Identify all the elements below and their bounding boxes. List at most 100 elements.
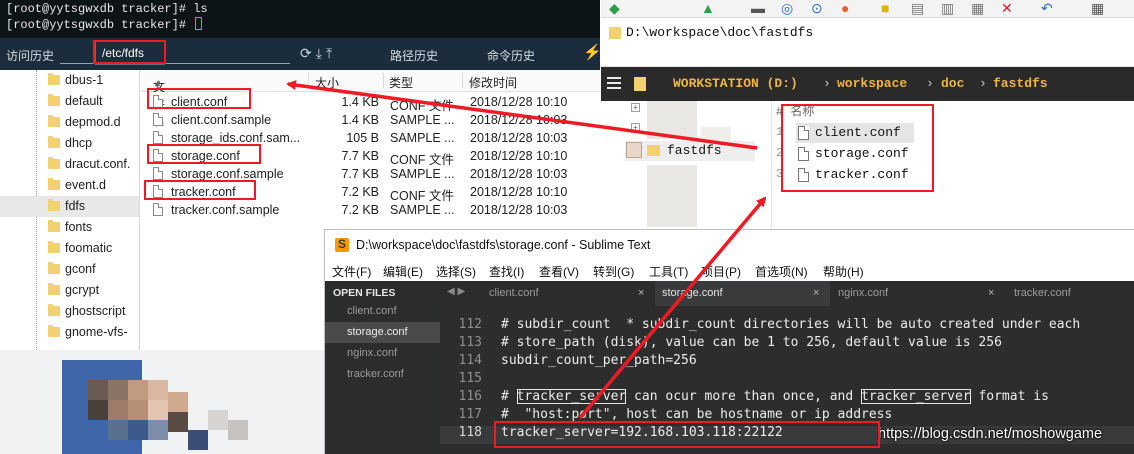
line-number: 115: [458, 371, 482, 386]
folder-icon: [48, 325, 60, 337]
breadcrumb-doc[interactable]: doc: [941, 76, 964, 91]
search-icon[interactable]: ⊙: [811, 0, 823, 17]
visit-history-tab[interactable]: 访问历史: [6, 47, 54, 64]
file-row[interactable]: client.conf.sample 1.4 KB SAMPLE ... 2018/1…: [141, 111, 600, 129]
forward-icon[interactable]: ◆: [609, 0, 620, 17]
tree-item-event-d[interactable]: event.d: [0, 175, 139, 196]
hamburger-icon[interactable]: [607, 77, 621, 89]
sublime-titlebar[interactable]: D:\workspace\doc\fastdfs\storage.conf - …: [325, 230, 1134, 260]
file-modified: 2018/12/28 10:10: [470, 185, 568, 199]
tree-item-gnome-vfs[interactable]: gnome-vfs-: [0, 322, 139, 343]
menu-selection[interactable]: 选择(S): [436, 263, 476, 280]
folder-icon: [48, 73, 60, 85]
menu-file[interactable]: 文件(F): [332, 263, 371, 280]
watermark: https://blog.csdn.net/moshowgame: [878, 426, 1103, 442]
monitor-icon[interactable]: ▬: [751, 0, 765, 16]
tab-client[interactable]: client.conf ×: [478, 281, 655, 306]
column-modified[interactable]: 修改时间: [469, 74, 517, 91]
menu-edit[interactable]: 编辑(E): [383, 263, 423, 280]
highlight-box-tracker-line: [494, 421, 880, 448]
menu-find[interactable]: 查找(I): [489, 263, 524, 280]
new-folder-icon[interactable]: ■: [881, 0, 889, 16]
lightning-icon[interactable]: ⚡: [583, 43, 602, 61]
menu-project[interactable]: 项目(P): [701, 263, 741, 280]
tab-close-icon[interactable]: ×: [988, 281, 994, 306]
expand-icon[interactable]: +: [631, 103, 640, 112]
file-size: 7.2 KB: [341, 203, 379, 217]
expand-icon[interactable]: +: [631, 123, 640, 132]
file-icon: [153, 203, 163, 216]
open-file-storage[interactable]: storage.conf: [325, 322, 440, 343]
file-row[interactable]: tracker.conf.sample 7.2 KB SAMPLE ... 2018/…: [141, 201, 600, 219]
undo-icon[interactable]: ↶: [1041, 0, 1053, 17]
open-file-client[interactable]: client.conf: [325, 301, 440, 322]
copy-icon[interactable]: ▤: [911, 0, 924, 17]
explorer-ribbon: ◆ ▲ ▬ ◎ ⊙ ● ■ ▤ ▥ ▦ ✕ ↶ ▦: [601, 0, 1134, 18]
refresh-icon[interactable]: ⟳: [300, 45, 316, 61]
paste-icon[interactable]: ▥: [941, 0, 954, 17]
column-separator[interactable]: [462, 73, 463, 88]
tree-item-depmod-d[interactable]: depmod.d: [0, 112, 139, 133]
tree-item-dhcp[interactable]: dhcp: [0, 133, 139, 154]
file-name: tracker.conf.sample: [171, 203, 280, 217]
open-file-tracker[interactable]: tracker.conf: [325, 364, 440, 385]
breadcrumb-separator-icon: ›: [823, 76, 831, 91]
explorer-address-bar[interactable]: D:\workspace\doc\fastdfs: [601, 19, 1134, 67]
menu-view[interactable]: 查看(V): [539, 263, 579, 280]
breadcrumb-workspace[interactable]: workspace: [837, 76, 907, 91]
sync-icon[interactable]: ◎: [781, 0, 793, 17]
nav-fastdfs[interactable]: fastdfs: [625, 141, 755, 161]
tree-item-ghostscript[interactable]: ghostscript: [0, 301, 139, 322]
menu-preferences[interactable]: 首选项(N): [755, 263, 808, 280]
move-icon[interactable]: ▦: [971, 0, 984, 17]
column-separator[interactable]: [308, 73, 309, 88]
upload-icon[interactable]: ⤒: [326, 45, 336, 61]
open-file-nginx[interactable]: nginx.conf: [325, 343, 440, 364]
breadcrumb-drive[interactable]: WORKSTATION (D:): [673, 76, 798, 91]
menu-help[interactable]: 帮助(H): [823, 263, 864, 280]
mosaic-block: [88, 380, 108, 400]
terminal-cursor: [195, 17, 203, 30]
tree-item-gcrypt[interactable]: gcrypt: [0, 280, 139, 301]
sftp-tool-icons[interactable]: ⟳⤓⤒: [300, 45, 336, 62]
mosaic-block: [108, 420, 128, 440]
editor-tabs: ◀ ▶ client.conf × storage.conf × nginx.c…: [440, 281, 1134, 306]
tree-item-foomatic[interactable]: foomatic: [0, 238, 139, 259]
command-history-tab[interactable]: 命令历史: [487, 47, 535, 64]
view-icon[interactable]: ▦: [1091, 0, 1104, 17]
tab-nginx[interactable]: nginx.conf ×: [830, 281, 1005, 306]
sublime-app-icon: [335, 237, 349, 252]
tab-tracker[interactable]: tracker.conf: [1005, 281, 1134, 306]
column-separator[interactable]: [383, 73, 384, 88]
file-size: 7.7 KB: [341, 167, 379, 181]
column-size[interactable]: 大小: [315, 74, 339, 91]
tree-item-gconf[interactable]: gconf: [0, 259, 139, 280]
folder-icon: [48, 304, 60, 316]
mosaic-block: [148, 400, 168, 420]
download-icon[interactable]: ⤓: [316, 45, 326, 61]
menu-goto[interactable]: 转到(G): [593, 263, 634, 280]
tree-item-dbus-1[interactable]: dbus-1: [0, 70, 139, 91]
ssh-terminal[interactable]: [root@yytsgwxdb tracker]# ls [root@yytsg…: [0, 0, 600, 38]
menu-tools[interactable]: 工具(T): [649, 263, 688, 280]
explorer-nav-pane: + + fastdfs: [601, 101, 771, 231]
tab-nav-arrows-icon[interactable]: ◀ ▶: [447, 286, 465, 297]
tab-close-icon[interactable]: ×: [813, 281, 819, 306]
tree-item-default[interactable]: default: [0, 91, 139, 112]
column-type[interactable]: 类型: [389, 74, 413, 91]
highlight-box-path: [93, 40, 166, 64]
search-match: tracker_server: [516, 389, 627, 404]
up-arrow-icon[interactable]: ▲: [701, 0, 715, 16]
folder-icon: [48, 94, 60, 106]
tree-item-fdfs[interactable]: fdfs: [0, 196, 139, 217]
go-icon[interactable]: ●: [841, 0, 849, 16]
breadcrumb-fastdfs[interactable]: fastdfs: [993, 76, 1048, 91]
tab-close-icon[interactable]: ×: [638, 281, 644, 306]
tree-item-fonts[interactable]: fonts: [0, 217, 139, 238]
tree-item-dracut-conf[interactable]: dracut.conf.: [0, 154, 139, 175]
delete-icon[interactable]: ✕: [1001, 0, 1013, 17]
path-history-tab[interactable]: 路径历史: [390, 47, 438, 64]
file-type: SAMPLE ...: [390, 203, 455, 217]
line-number: 117: [458, 407, 482, 422]
tab-storage[interactable]: storage.conf ×: [655, 281, 830, 306]
